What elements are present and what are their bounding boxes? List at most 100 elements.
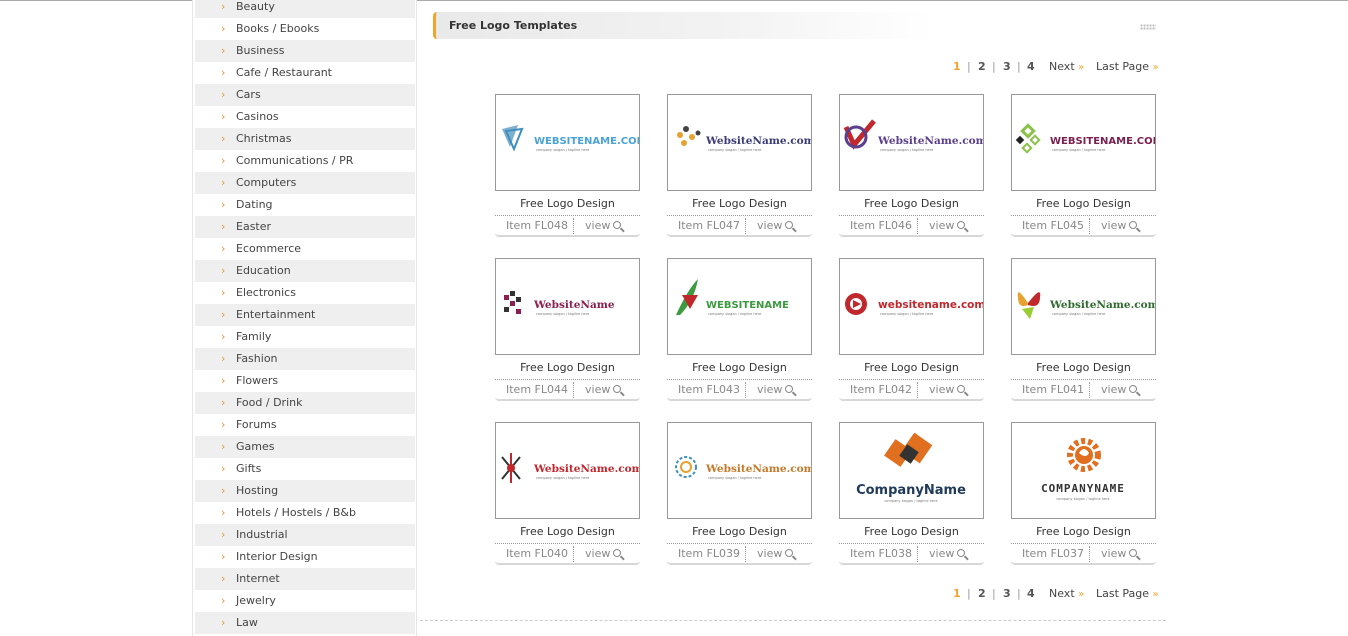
sidebar-item[interactable]: › Family	[195, 326, 415, 348]
pager-top-page-2[interactable]: 2	[978, 60, 986, 73]
logo-thumbnail[interactable]: COMPANYNAME company slogan / tagline here	[1011, 422, 1156, 519]
svg-text:company slogan / tagline here: company slogan / tagline here	[1052, 148, 1105, 152]
magnifier-icon[interactable]	[613, 385, 621, 393]
sidebar-item[interactable]: › Industrial	[195, 524, 415, 546]
card-title[interactable]: Free Logo Design	[667, 361, 812, 374]
magnifier-icon[interactable]	[785, 549, 793, 557]
logo-thumbnail[interactable]: WebsiteName.com company slogan / tagline …	[839, 94, 984, 191]
card-title[interactable]: Free Logo Design	[495, 197, 640, 210]
logo-thumbnail[interactable]: WEBSITENAME.COM company slogan / tagline …	[495, 94, 640, 191]
logo-thumbnail[interactable]: WebsiteName.com company slogan / tagline …	[1011, 258, 1156, 355]
sidebar-item[interactable]: › Cars	[195, 84, 415, 106]
sidebar-item[interactable]: › Ecommerce	[195, 238, 415, 260]
chevron-right-icon: ›	[221, 132, 226, 145]
sidebar-item[interactable]: › Beauty	[195, 0, 415, 18]
magnifier-icon[interactable]	[957, 221, 965, 229]
card-title[interactable]: Free Logo Design	[495, 361, 640, 374]
card-title[interactable]: Free Logo Design	[1011, 525, 1156, 538]
sidebar-item[interactable]: › Dating	[195, 194, 415, 216]
sidebar-item[interactable]: › Cafe / Restaurant	[195, 62, 415, 84]
card-title[interactable]: Free Logo Design	[839, 197, 984, 210]
card-title[interactable]: Free Logo Design	[667, 197, 812, 210]
chevron-right-icon: ›	[221, 198, 226, 211]
pager-bottom-last-page-link[interactable]: Last Page »	[1096, 587, 1159, 600]
magnifier-icon[interactable]	[613, 221, 621, 229]
logo-thumbnail[interactable]: WebsiteName company slogan / tagline here	[495, 258, 640, 355]
pager-bottom-page-1[interactable]: 1	[953, 587, 961, 600]
sidebar-item[interactable]: › Games	[195, 436, 415, 458]
sidebar-item[interactable]: › Forums	[195, 414, 415, 436]
sidebar-item[interactable]: › Interior Design	[195, 546, 415, 568]
card-meta-bar: Item FL043 view	[667, 379, 812, 401]
sidebar-item[interactable]: › Hotels / Hostels / B&b	[195, 502, 415, 524]
logo-thumbnail[interactable]: CompanyName company slogan / tagline here	[839, 422, 984, 519]
view-link[interactable]: view	[585, 547, 610, 560]
logo-thumbnail[interactable]: WEBSITENAME company slogan / tagline here	[667, 258, 812, 355]
logo-graphic: WebsiteName.comcompany slogan / tagline …	[843, 119, 983, 152]
view-link[interactable]: view	[585, 219, 610, 232]
view-link[interactable]: view	[929, 219, 954, 232]
view-link[interactable]: view	[929, 383, 954, 396]
pager-top-next-link[interactable]: Next »	[1049, 60, 1084, 73]
view-link[interactable]: view	[757, 383, 782, 396]
magnifier-icon[interactable]	[1129, 221, 1137, 229]
pager-bottom-page-2[interactable]: 2	[978, 587, 986, 600]
sidebar-item[interactable]: › Jewelry	[195, 590, 415, 612]
pager-top-page-3[interactable]: 3	[1003, 60, 1011, 73]
view-link[interactable]: view	[757, 547, 782, 560]
card-title[interactable]: Free Logo Design	[1011, 197, 1156, 210]
sidebar-item[interactable]: › Casinos	[195, 106, 415, 128]
sidebar-item-label: Interior Design	[236, 550, 318, 563]
sidebar-item[interactable]: › Computers	[195, 172, 415, 194]
sidebar-item-label: Flowers	[236, 374, 279, 387]
sidebar-item[interactable]: › Business	[195, 40, 415, 62]
logo-thumbnail[interactable]: websitename.com company slogan / tagline …	[839, 258, 984, 355]
sidebar-item-label: Cars	[236, 88, 261, 101]
logo-thumbnail[interactable]: WebsiteName.com company slogan / tagline …	[495, 422, 640, 519]
magnifier-icon[interactable]	[1129, 549, 1137, 557]
sidebar-item[interactable]: › Food / Drink	[195, 392, 415, 414]
magnifier-icon[interactable]	[957, 385, 965, 393]
pager-top-page-1[interactable]: 1	[953, 60, 961, 73]
sidebar-item[interactable]: › Books / Ebooks	[195, 18, 415, 40]
sidebar-item[interactable]: › Hosting	[195, 480, 415, 502]
view-link[interactable]: view	[1101, 219, 1126, 232]
card-title[interactable]: Free Logo Design	[839, 525, 984, 538]
card-title[interactable]: Free Logo Design	[1011, 361, 1156, 374]
sidebar-item[interactable]: › Entertainment	[195, 304, 415, 326]
logo-thumbnail[interactable]: WEBSITENAME.COM company slogan / tagline …	[1011, 94, 1156, 191]
sidebar-item[interactable]: › Electronics	[195, 282, 415, 304]
sidebar-item[interactable]: › Education	[195, 260, 415, 282]
view-link[interactable]: view	[1101, 383, 1126, 396]
magnifier-icon[interactable]	[613, 549, 621, 557]
magnifier-icon[interactable]	[1129, 385, 1137, 393]
logo-card: WEBSITENAME.COM company slogan / tagline …	[495, 94, 640, 244]
logo-card: WebsiteName company slogan / tagline here…	[495, 258, 640, 408]
sidebar-item-label: Industrial	[236, 528, 288, 541]
pager-bottom-page-4[interactable]: 4	[1027, 587, 1035, 600]
sidebar-item[interactable]: › Flowers	[195, 370, 415, 392]
view-link[interactable]: view	[1101, 547, 1126, 560]
card-title[interactable]: Free Logo Design	[839, 361, 984, 374]
logo-thumbnail[interactable]: WebsiteName.com company slogan / tagline …	[667, 94, 812, 191]
sidebar-item[interactable]: › Law	[195, 612, 415, 634]
magnifier-icon[interactable]	[785, 221, 793, 229]
pager-bottom-next-link[interactable]: Next »	[1049, 587, 1084, 600]
view-link[interactable]: view	[757, 219, 782, 232]
pager-top-page-4[interactable]: 4	[1027, 60, 1035, 73]
sidebar-item[interactable]: › Gifts	[195, 458, 415, 480]
logo-thumbnail[interactable]: WebsiteName.com company slogan / tagline …	[667, 422, 812, 519]
pager-top-last-page-link[interactable]: Last Page »	[1096, 60, 1159, 73]
view-link[interactable]: view	[585, 383, 610, 396]
sidebar-item[interactable]: › Fashion	[195, 348, 415, 370]
magnifier-icon[interactable]	[957, 549, 965, 557]
sidebar-item[interactable]: › Communications / PR	[195, 150, 415, 172]
card-title[interactable]: Free Logo Design	[667, 525, 812, 538]
sidebar-item[interactable]: › Internet	[195, 568, 415, 590]
pager-bottom-page-3[interactable]: 3	[1003, 587, 1011, 600]
view-link[interactable]: view	[929, 547, 954, 560]
sidebar-item[interactable]: › Easter	[195, 216, 415, 238]
sidebar-item[interactable]: › Christmas	[195, 128, 415, 150]
card-title[interactable]: Free Logo Design	[495, 525, 640, 538]
magnifier-icon[interactable]	[785, 385, 793, 393]
